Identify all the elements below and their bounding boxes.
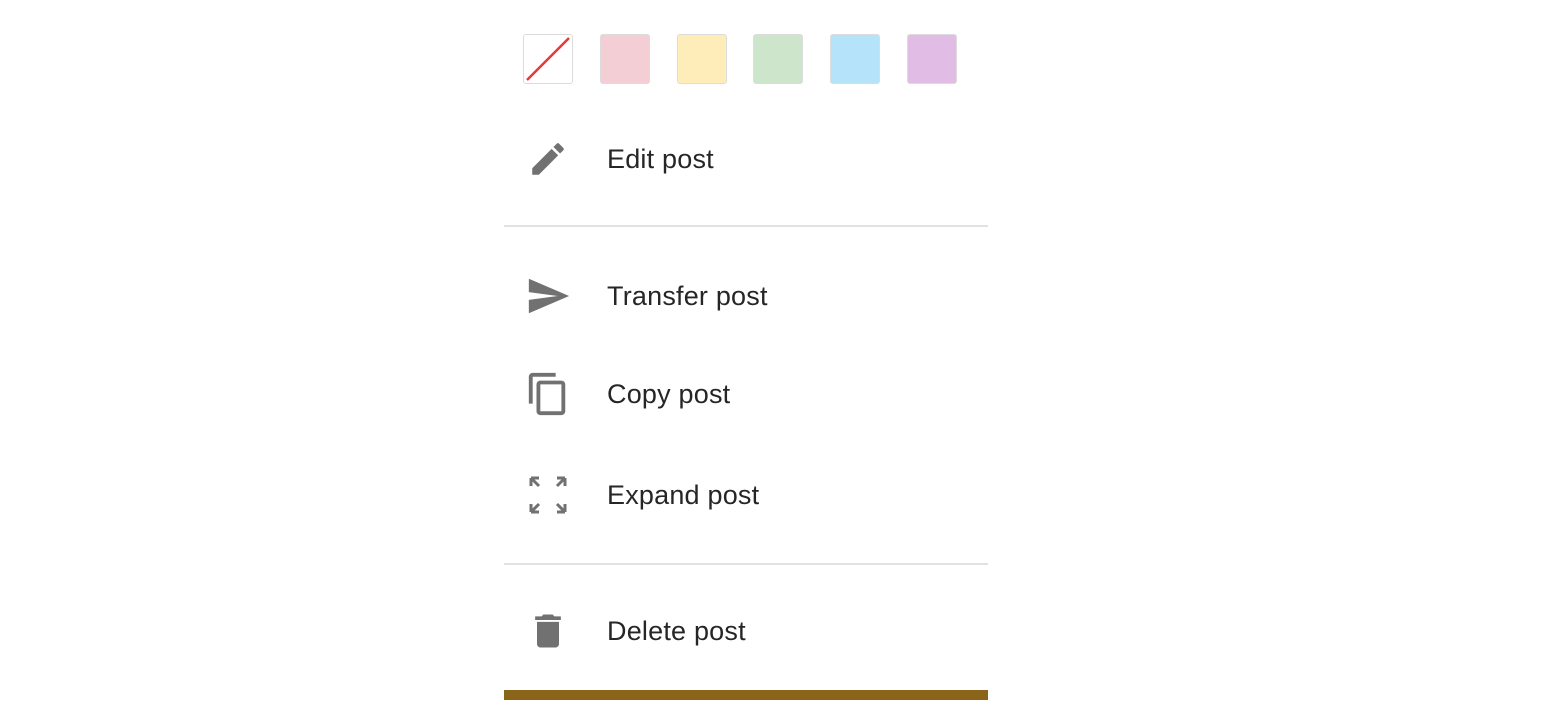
bottom-accent-bar [504, 690, 988, 700]
copy-icon [524, 372, 572, 416]
edit-post-label: Edit post [607, 144, 714, 174]
post-options-menu: Edit post Transfer post Copy post Expand… [504, 0, 988, 720]
swatch-no-color[interactable] [523, 34, 573, 84]
swatch-purple[interactable] [907, 34, 957, 84]
copy-post-item[interactable]: Copy post [504, 354, 988, 434]
pencil-icon [524, 137, 572, 181]
menu-divider [504, 225, 988, 227]
fullscreen-icon [524, 473, 572, 517]
trash-icon [524, 609, 572, 653]
copy-post-label: Copy post [607, 379, 731, 409]
transfer-post-label: Transfer post [607, 281, 768, 311]
expand-post-label: Expand post [607, 480, 760, 510]
diagonal-slash-icon [526, 37, 570, 81]
swatch-green[interactable] [753, 34, 803, 84]
expand-post-item[interactable]: Expand post [504, 455, 988, 535]
swatch-blue[interactable] [830, 34, 880, 84]
send-icon [524, 274, 572, 318]
delete-post-label: Delete post [607, 616, 746, 646]
delete-post-item[interactable]: Delete post [504, 591, 988, 671]
transfer-post-item[interactable]: Transfer post [504, 256, 988, 336]
swatch-pink[interactable] [600, 34, 650, 84]
edit-post-item[interactable]: Edit post [504, 119, 988, 199]
swatch-yellow[interactable] [677, 34, 727, 84]
menu-divider [504, 563, 988, 565]
